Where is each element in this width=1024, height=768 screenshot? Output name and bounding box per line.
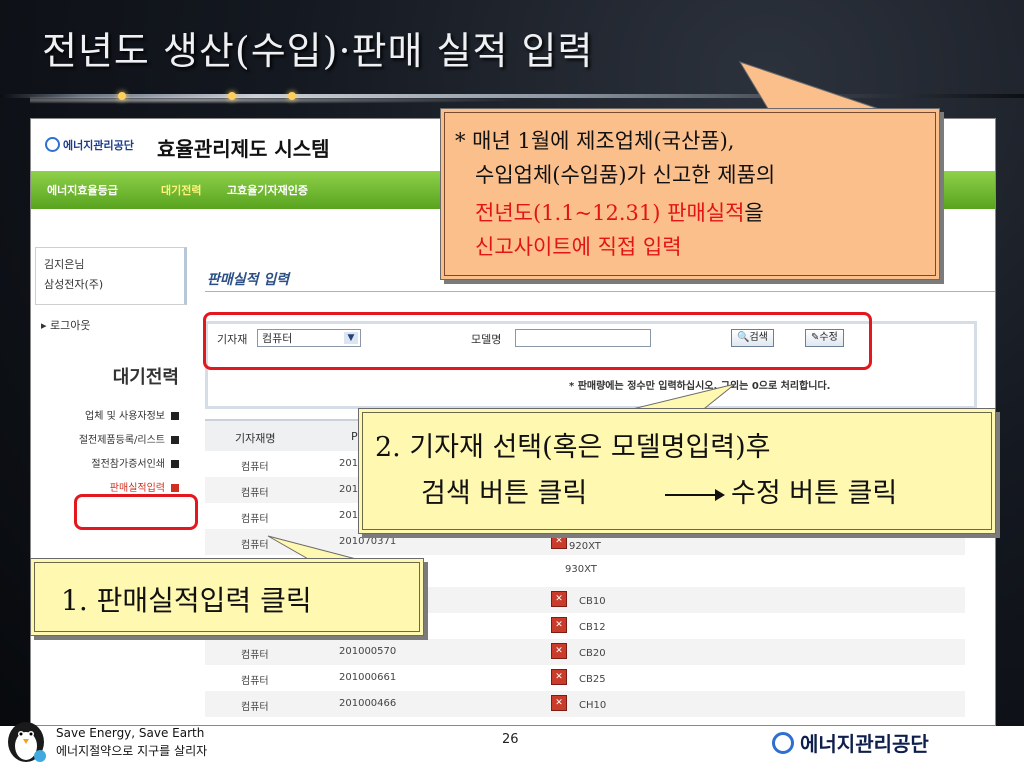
cell-model: 930XT bbox=[565, 564, 597, 575]
decor-dot bbox=[118, 92, 126, 100]
footer-slogan-en: Save Energy, Save Earth bbox=[56, 726, 205, 740]
cell-equipment: 컴퓨터 bbox=[241, 540, 269, 551]
sidebar-item-product-registration[interactable]: 절전제품등록/리스트 bbox=[79, 431, 179, 446]
callout-line: * 매년 1월에 제조업체(국산품), bbox=[455, 129, 735, 153]
middle-callout: 2. 기자재 선택(혹은 모델명입력)후 검색 버튼 클릭 수정 버튼 클릭 bbox=[358, 408, 996, 534]
top-callout: * 매년 1월에 제조업체(국산품), 수입업체(수입품)가 신고한 제품의 전… bbox=[440, 108, 940, 280]
sidebar-item-label: 절전제품등록/리스트 bbox=[78, 435, 165, 446]
search-area-highlight bbox=[203, 312, 872, 370]
delete-icon[interactable]: ✕ bbox=[551, 533, 567, 549]
menu-highlight bbox=[74, 494, 198, 530]
cell-equipment: 컴퓨터 bbox=[241, 514, 269, 525]
agency-logo-icon bbox=[45, 137, 60, 152]
delete-icon[interactable]: ✕ bbox=[551, 695, 567, 711]
callout-highlight-text: 전년도(1.1~12.31) 판매실적 bbox=[475, 201, 745, 225]
column-header-equipment: 기자재명 bbox=[235, 432, 276, 445]
column-header-p: P bbox=[351, 430, 358, 443]
callout-line: 수정 버튼 클릭 bbox=[731, 478, 898, 509]
cell-code: 201070371 bbox=[339, 536, 397, 547]
sidebar-item-certificate-print[interactable]: 절전참가증서인쇄 bbox=[91, 455, 179, 470]
callout-line: 전년도(1.1~12.31) 판매실적을 bbox=[475, 197, 764, 227]
delete-icon[interactable]: ✕ bbox=[551, 617, 567, 633]
agency-logo-text: 에너지관리공단 bbox=[63, 139, 134, 152]
sidebar-item-label: 업체 및 사용자정보 bbox=[85, 411, 165, 422]
cell-code: 201000570 bbox=[339, 646, 397, 657]
cell-model: CB25 bbox=[579, 674, 606, 685]
nav-item-standby-power[interactable]: 대기전력 bbox=[161, 182, 201, 198]
table-row[interactable]: 컴퓨터 201000466 ✕ CH10 bbox=[205, 691, 965, 717]
arrow-icon bbox=[171, 460, 179, 468]
cell-code: 201000466 bbox=[339, 698, 397, 709]
cell-equipment: 컴퓨터 bbox=[241, 488, 269, 499]
sidebar: 김지은님 삼성전자(주) ▸ 로그아웃 대기전력 업체 및 사용자정보 절전제품… bbox=[31, 231, 189, 725]
agency-logo[interactable]: 에너지관리공단 bbox=[45, 137, 134, 153]
callout-line: 신고사이트에 직접 입력 bbox=[475, 235, 682, 259]
callout-line: 1. 판매실적입력 클릭 bbox=[61, 584, 312, 617]
sidebar-item-label: 판매실적입력 bbox=[109, 483, 165, 494]
cell-model: CB20 bbox=[579, 648, 606, 659]
slide-footer: Save Energy, Save Earth 에너지절약으로 지구를 살리자 … bbox=[0, 722, 1024, 768]
sidebar-item-company-info[interactable]: 업체 및 사용자정보 bbox=[85, 407, 179, 422]
logout-link[interactable]: ▸ 로그아웃 bbox=[41, 317, 91, 333]
table-row[interactable]: 컴퓨터 201000661 ✕ CB25 bbox=[205, 665, 965, 691]
delete-icon[interactable]: ✕ bbox=[551, 669, 567, 685]
user-info-box: 김지은님 삼성전자(주) bbox=[35, 247, 187, 305]
callout-line: 수입업체(수입품)가 신고한 제품의 bbox=[475, 163, 776, 187]
cell-model: CB10 bbox=[579, 596, 606, 607]
input-note: * 판매량에는 정수만 입력하십시오. 그외는 0으로 처리합니다. bbox=[569, 381, 831, 392]
cell-equipment: 컴퓨터 bbox=[241, 676, 269, 687]
logout-label: 로그아웃 bbox=[50, 319, 91, 332]
arrow-icon bbox=[171, 436, 179, 444]
footer-logo: 에너지관리공단 bbox=[772, 728, 929, 757]
delete-icon[interactable]: ✕ bbox=[551, 643, 567, 659]
table-row[interactable]: 컴퓨터 201000570 ✕ CB20 bbox=[205, 639, 965, 665]
cell-model: 920XT bbox=[569, 541, 601, 552]
cell-equipment: 컴퓨터 bbox=[241, 462, 269, 473]
menu-title: 대기전력 bbox=[112, 367, 179, 388]
cell-model: CB12 bbox=[579, 622, 606, 633]
agency-logo-icon bbox=[772, 732, 794, 754]
callout-line: 검색 버튼 클릭 bbox=[421, 478, 588, 509]
sidebar-item-sales-input[interactable]: 판매실적입력 bbox=[110, 479, 179, 494]
decor-dot bbox=[228, 92, 236, 100]
title-divider bbox=[205, 291, 995, 292]
decor-dot bbox=[288, 92, 296, 100]
delete-icon[interactable]: ✕ bbox=[551, 591, 567, 607]
page-number: 26 bbox=[502, 732, 519, 747]
page-title: 판매실적 입력 bbox=[207, 272, 290, 288]
arrow-icon bbox=[171, 484, 179, 492]
system-name: 효율관리제도 시스템 bbox=[157, 137, 330, 161]
cell-code: 201000661 bbox=[339, 672, 397, 683]
penguin-mascot-icon bbox=[8, 722, 46, 762]
title-glow bbox=[30, 96, 530, 104]
footer-slogan-ko: 에너지절약으로 지구를 살리자 bbox=[56, 744, 208, 758]
footer-logo-text: 에너지관리공단 bbox=[800, 732, 929, 756]
user-name: 김지은님 bbox=[44, 258, 85, 271]
bottom-callout: 1. 판매실적입력 클릭 bbox=[30, 558, 424, 636]
arrow-icon bbox=[171, 412, 179, 420]
callout-line: 2. 기자재 선택(혹은 모델명입력)후 bbox=[375, 432, 771, 463]
nav-item-high-efficiency[interactable]: 고효율기자재인증 bbox=[227, 182, 308, 198]
callout-text: 을 bbox=[744, 201, 764, 225]
sidebar-item-label: 절전참가증서인쇄 bbox=[91, 459, 165, 470]
nav-item-efficiency-grade[interactable]: 에너지효율등급 bbox=[47, 182, 118, 198]
cell-equipment: 컴퓨터 bbox=[241, 702, 269, 713]
cell-equipment: 컴퓨터 bbox=[241, 650, 269, 661]
cell-model: CH10 bbox=[579, 700, 607, 711]
user-company: 삼성전자(주) bbox=[44, 278, 104, 291]
slide-title: 전년도 생산(수입)·판매 실적 입력 bbox=[42, 29, 594, 73]
arrow-right-icon bbox=[665, 489, 725, 501]
